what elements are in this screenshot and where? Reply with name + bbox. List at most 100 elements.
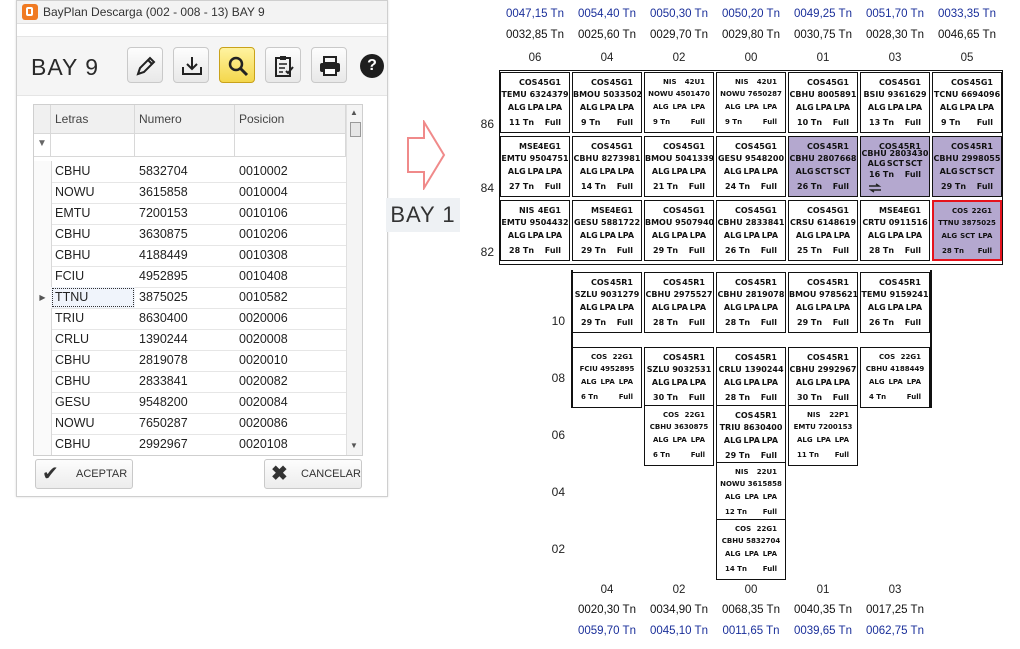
slot-ports: ALG LPA LPA xyxy=(933,103,1001,112)
slot-status: Full xyxy=(688,393,705,402)
slot-status: Full xyxy=(832,118,849,127)
slot-port: LPA xyxy=(761,303,779,312)
slot-port: LPA xyxy=(599,303,616,312)
container-slot[interactable]: COS 45R1 SZLU 9032531 ALG LPA LPA 30 Tn Full xyxy=(644,347,714,408)
container-slot[interactable]: COS 45R1 CBHU 2807668 ALG SCT SCT 26 Tn Full xyxy=(788,136,858,197)
container-slot[interactable]: COS 45R1 SZLU 9031279 ALG LPA LPA 29 Tn Full xyxy=(572,272,642,333)
container-slot[interactable]: COS 22G1 CBHU 5832704 ALG LPA LPA 14 Tn Full xyxy=(716,519,786,580)
slot-iso-code: 22G1 xyxy=(684,411,705,419)
container-slot[interactable]: NIS 4EG1 EMTU 9504432 ALG LPA LPA 28 Tn Full xyxy=(500,200,570,261)
container-slot[interactable]: NIS 42U1 NOWU 4501470 ALG LPA LPA 9 Tn Full xyxy=(644,72,714,133)
slot-port: LPA xyxy=(527,231,544,240)
slot-port: LPA xyxy=(887,303,904,312)
slot-port: LPA xyxy=(545,103,563,112)
container-slot[interactable]: COS 22G1 FCIU 4952895 ALG LPA LPA 6 Tn Full xyxy=(572,347,642,408)
container-slot[interactable]: NIS 22U1 NOWU 3615858 ALG LPA LPA 12 Tn Full xyxy=(716,462,786,523)
slot-ports: ALG LPA LPA xyxy=(717,167,785,176)
container-slot[interactable]: COS 45G1 CBHU 8273981 ALG LPA LPA 14 Tn Full xyxy=(572,136,642,197)
container-slot[interactable]: COS 22G1 CBHU 3630875 ALG LPA LPA 6 Tn Full xyxy=(644,405,714,466)
container-slot[interactable]: COS 45G1 CBHU 8005891 ALG LPA LPA 10 Tn Full xyxy=(788,72,858,133)
container-slot[interactable]: COS 45G1 BMOU 9507940 ALG LPA LPA 29 Tn Full xyxy=(644,200,714,261)
container-slot[interactable]: COS 45G1 BMOU 5041339 ALG LPA LPA 21 Tn Full xyxy=(644,136,714,197)
slot-iso-code: 45R1 xyxy=(610,278,633,287)
top-tier-number: 86 xyxy=(480,117,494,131)
container-slot[interactable]: COS 45R1 CBHU 2819078 ALG LPA LPA 28 Tn Full xyxy=(716,272,786,333)
slot-iso-code: 45G1 xyxy=(753,206,777,215)
slot-port: ALG xyxy=(867,303,886,312)
slot-port: ALG xyxy=(652,436,669,444)
container-slot[interactable]: COS 45G1 BMOU 5033502 ALG LPA LPA 9 Tn Full xyxy=(572,72,642,133)
slot-port: LPA xyxy=(617,167,635,176)
container-slot[interactable]: MSE 4EG1 CRTU 0911516 ALG LPA LPA 28 Tn Full xyxy=(860,200,930,261)
slot-weight: 28 Tn xyxy=(509,246,535,255)
slot-iso-code: 42U1 xyxy=(684,78,705,86)
slot-port: ALG xyxy=(867,231,886,240)
container-slot[interactable]: COS 45G1 TCNU 6694096 ALG LPA LPA 9 Tn Full xyxy=(932,72,1002,133)
container-slot[interactable]: MSE 4EG1 EMTU 9504751 ALG LPA LPA 27 Tn Full xyxy=(500,136,570,197)
slot-weight: 9 Tn xyxy=(725,118,743,126)
slot-port: LPA xyxy=(671,231,688,240)
container-slot[interactable]: COS 45G1 BSIU 9361629 ALG LPA LPA 13 Tn Full xyxy=(860,72,930,133)
slot-port: ALG xyxy=(507,231,526,240)
slot-weight: 12 Tn xyxy=(725,508,747,516)
slot-ports: ALG LPA LPA xyxy=(717,378,785,387)
container-slot[interactable]: COS 45R1 CRLU 1390244 ALG LPA LPA 28 Tn Full xyxy=(716,347,786,408)
container-slot[interactable]: COS 45R1 CBHU 2992967 ALG LPA LPA 30 Tn Full xyxy=(788,347,858,408)
slot-port: ALG xyxy=(507,167,526,176)
slot-port: LPA xyxy=(905,231,923,240)
slot-port: LPA xyxy=(672,103,687,111)
slot-iso-code: 4EG1 xyxy=(609,206,633,215)
slot-port: LPA xyxy=(906,378,922,386)
slot-status: Full xyxy=(616,246,633,255)
slot-iso-code: 22G1 xyxy=(612,353,633,361)
container-slot[interactable]: NIS 22P1 EMTU 7200153 ALG LPA LPA 11 Tn Full xyxy=(788,405,858,466)
slot-status: Full xyxy=(760,393,777,402)
container-slot[interactable]: COS 45G1 CRSU 6148619 ALG LPA LPA 25 Tn Full xyxy=(788,200,858,261)
slot-status: Full xyxy=(904,170,921,179)
container-slot[interactable]: COS 45G1 CBHU 2833841 ALG LPA LPA 26 Tn Full xyxy=(716,200,786,261)
container-slot[interactable]: COS 45R1 CBHU 2803430 ALG SCT SCT 16 Tn Full xyxy=(860,136,930,197)
bottom-tier-number: 10 xyxy=(551,314,565,328)
bottom-weight-black: 0017,25 Tn xyxy=(866,604,924,616)
container-slot[interactable]: NIS 42U1 NOWU 7650287 ALG LPA LPA 9 Tn Full xyxy=(716,72,786,133)
container-slot[interactable]: COS 45R1 TEMU 9159241 ALG LPA LPA 26 Tn Full xyxy=(860,272,930,333)
slot-port: ALG xyxy=(579,231,598,240)
container-slot[interactable]: COS 45R1 TRIU 8630400 ALG LPA LPA 29 Tn Full xyxy=(716,405,786,466)
slot-status: Full xyxy=(762,118,777,126)
slot-iso-code: 45G1 xyxy=(825,206,849,215)
slot-port: SCT xyxy=(960,232,976,240)
container-slot[interactable]: COS 45R1 BMOU 9785621 ALG LPA LPA 29 Tn Full xyxy=(788,272,858,333)
container-slot[interactable]: COS 22G1 CBHU 4188449 ALG LPA LPA 4 Tn Full xyxy=(860,347,930,408)
slot-port: LPA xyxy=(600,378,615,386)
slot-port: LPA xyxy=(887,231,904,240)
container-slot[interactable]: COS 45G1 GESU 9548200 ALG LPA LPA 24 Tn Full xyxy=(716,136,786,197)
slot-container-id: CBHU 2975527 xyxy=(645,290,713,299)
slot-ports: ALG LPA LPA xyxy=(717,436,785,445)
slot-ports: ALG LPA LPA xyxy=(645,167,713,176)
container-slot[interactable]: COS 22G1 TTNU 3875025 ALG SCT LPA 28 Tn Full xyxy=(932,200,1002,261)
slot-ports: ALG LPA LPA xyxy=(789,103,857,112)
slot-port: ALG xyxy=(651,231,670,240)
container-slot[interactable]: MSE 4EG1 GESU 5881722 ALG LPA LPA 29 Tn Full xyxy=(572,200,642,261)
slot-port: LPA xyxy=(599,231,616,240)
slot-weight: 30 Tn xyxy=(797,393,823,402)
slot-operator: COS xyxy=(663,206,682,215)
slot-port: SCT xyxy=(886,159,904,168)
slot-port: LPA xyxy=(743,167,760,176)
slot-operator: COS xyxy=(663,353,682,362)
slot-port: ALG xyxy=(868,378,885,386)
slot-operator: NIS xyxy=(807,411,821,419)
slot-iso-code: 45G1 xyxy=(609,78,633,87)
slot-port: ALG xyxy=(652,103,669,111)
bottom-tier-number: 02 xyxy=(551,542,565,556)
slot-container-id: CBHU 2803430 xyxy=(861,149,929,158)
slot-ports: ALG LPA LPA xyxy=(645,103,713,111)
slot-ports: ALG LPA LPA xyxy=(717,231,785,240)
slot-container-id: BMOU 9785621 xyxy=(789,290,859,299)
container-slot[interactable]: COS 45G1 TEMU 6324379 ALG LPA LPA 11 Tn Full xyxy=(500,72,570,133)
container-slot[interactable]: COS 45R1 CBHU 2998055 ALG SCT SCT 29 Tn Full xyxy=(932,136,1002,197)
slot-port: ALG xyxy=(796,436,813,444)
container-slot[interactable]: COS 45R1 CBHU 2975527 ALG LPA LPA 28 Tn Full xyxy=(644,272,714,333)
slot-container-id: CRTU 0911516 xyxy=(862,218,928,227)
slot-status: Full xyxy=(690,118,705,126)
